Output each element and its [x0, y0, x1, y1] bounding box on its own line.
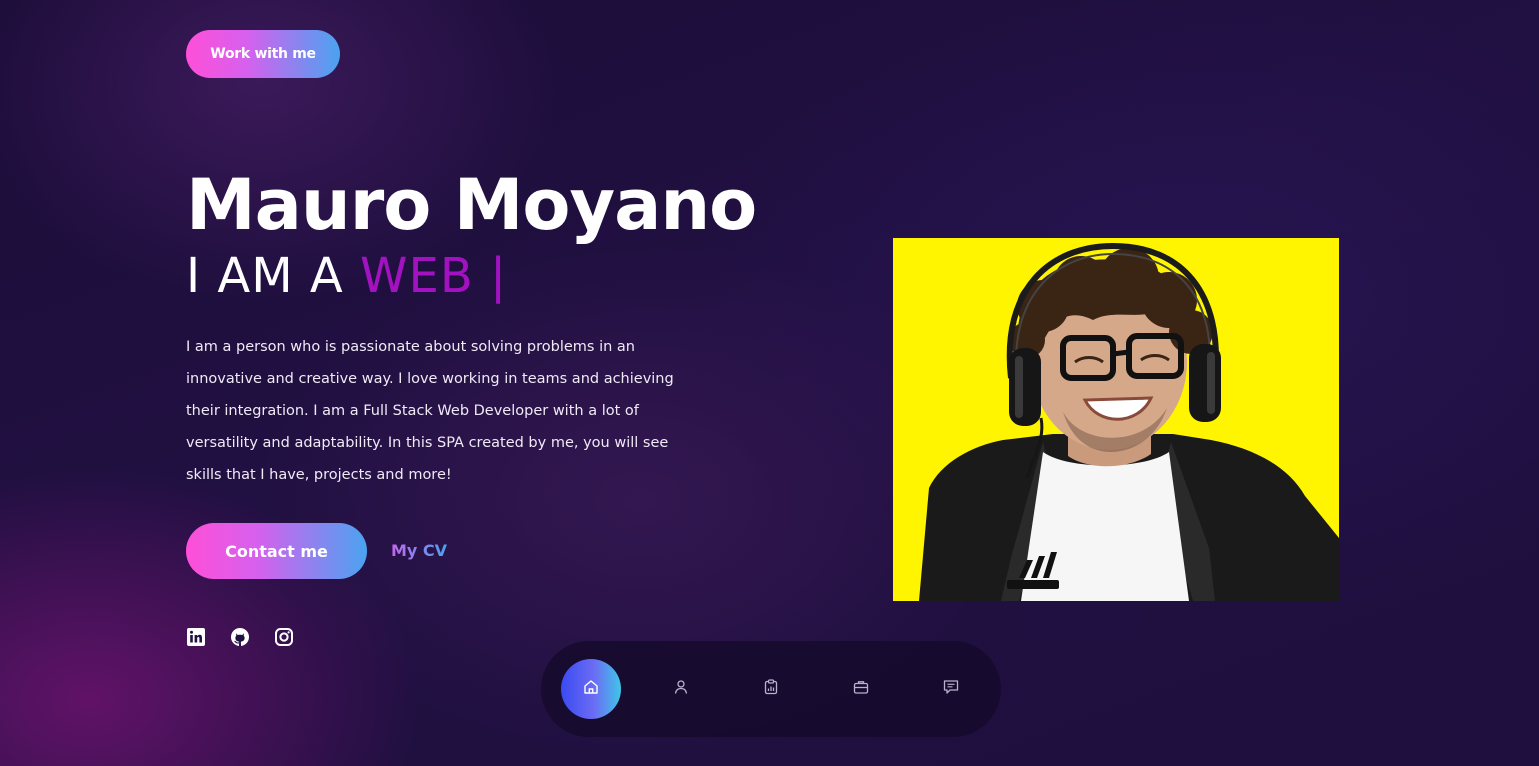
nav-home[interactable] [561, 659, 621, 719]
nav-about[interactable] [651, 659, 711, 719]
nav-skills[interactable] [741, 659, 801, 719]
contact-me-button[interactable]: Contact me [186, 523, 367, 579]
work-with-me-button[interactable]: Work with me [186, 30, 340, 78]
user-icon [672, 678, 690, 700]
home-icon [582, 678, 600, 700]
message-icon [942, 678, 960, 700]
role-word: WEB [360, 248, 474, 304]
briefcase-icon [852, 678, 870, 700]
role-prefix: I AM A [186, 248, 344, 304]
clipboard-chart-icon [762, 678, 780, 700]
nav-contact[interactable] [921, 659, 981, 719]
hero-name: Mauro Moyano [186, 164, 757, 246]
instagram-icon[interactable] [274, 627, 294, 647]
github-icon[interactable] [230, 627, 250, 647]
nav-portfolio[interactable] [831, 659, 891, 719]
role-line: I AM A WEB | [186, 246, 507, 306]
profile-photo [893, 238, 1339, 601]
bio-paragraph: I am a person who is passionate about so… [186, 339, 674, 483]
typing-cursor: | [490, 248, 508, 304]
bottom-nav [541, 641, 1001, 737]
linkedin-icon[interactable] [186, 627, 206, 647]
my-cv-link[interactable]: My CV [391, 540, 447, 562]
